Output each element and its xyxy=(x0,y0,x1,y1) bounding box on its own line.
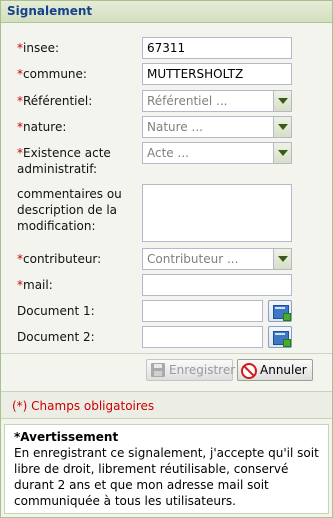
contributeur-select[interactable]: Contributeur ... xyxy=(142,248,292,270)
divider xyxy=(1,353,332,354)
existence-label-line1-text: Existence acte xyxy=(23,146,111,160)
save-disk-icon xyxy=(151,363,165,377)
referentiel-select[interactable]: Référentiel ... xyxy=(142,90,292,112)
nature-select[interactable]: Nature ... xyxy=(142,116,292,138)
mail-label-text: mail: xyxy=(23,278,53,292)
document1-browse-button[interactable] xyxy=(268,300,292,322)
commentaires-label-line3: modification: xyxy=(17,219,96,233)
existence-select[interactable]: Acte ... xyxy=(142,142,292,164)
mail-label: *mail: xyxy=(17,277,53,293)
chevron-down-icon[interactable] xyxy=(273,117,291,137)
commentaires-label: commentaires ou description de la modifi… xyxy=(17,186,122,234)
image-upload-icon xyxy=(273,305,291,321)
contributeur-label: *contributeur: xyxy=(17,251,101,267)
commentaires-label-line2: description de la xyxy=(17,203,118,217)
contributeur-label-text: contributeur: xyxy=(23,252,102,266)
existence-label-line2: administratif: xyxy=(17,162,98,176)
commentaires-textarea[interactable] xyxy=(142,184,292,242)
document1-label: Document 1: xyxy=(17,304,95,318)
nature-label-text: nature: xyxy=(23,120,67,134)
commentaires-label-line1: commentaires ou xyxy=(17,187,122,201)
cancel-button[interactable]: Annuler xyxy=(237,359,313,381)
chevron-down-icon[interactable] xyxy=(273,249,291,269)
referentiel-placeholder: Référentiel ... xyxy=(147,94,228,108)
image-upload-icon xyxy=(273,331,291,347)
document2-label: Document 2: xyxy=(17,330,95,344)
contributeur-placeholder: Contributeur ... xyxy=(147,252,239,266)
insee-input[interactable] xyxy=(142,37,292,59)
commune-label: *commune: xyxy=(17,66,87,82)
insee-label-text: insee: xyxy=(23,41,59,55)
chevron-down-icon[interactable] xyxy=(273,143,291,163)
signalement-panel: Signalement *insee: *commune: *Référenti… xyxy=(0,0,333,518)
chevron-down-icon[interactable] xyxy=(273,91,291,111)
mail-input[interactable] xyxy=(142,274,292,296)
existence-label-line1: *Existence acte xyxy=(17,145,111,161)
existence-label: *Existence acte administratif: xyxy=(17,145,111,177)
mandatory-note-bar: (*) Champs obligatoires xyxy=(1,391,332,419)
cancel-icon xyxy=(241,363,257,379)
commune-label-text: commune: xyxy=(23,67,87,81)
insee-label: *insee: xyxy=(17,40,59,56)
commune-input[interactable] xyxy=(142,63,292,85)
save-button-label: Enregistrer xyxy=(169,363,236,377)
existence-placeholder: Acte ... xyxy=(147,146,189,160)
referentiel-label: *Référentiel: xyxy=(17,93,92,109)
nature-label: *nature: xyxy=(17,119,66,135)
referentiel-label-text: Référentiel: xyxy=(23,94,93,108)
signalement-form: *insee: *commune: *Référentiel: Référent… xyxy=(1,23,332,384)
nature-placeholder: Nature ... xyxy=(147,120,203,134)
warning-title: *Avertissement xyxy=(14,430,119,444)
document1-file-field[interactable] xyxy=(142,300,263,322)
save-button[interactable]: Enregistrer xyxy=(146,359,236,381)
panel-title: Signalement xyxy=(1,1,332,23)
cancel-button-label: Annuler xyxy=(260,363,307,377)
document2-file-field[interactable] xyxy=(142,326,263,348)
warning-box: *Avertissement En enregistrant ce signal… xyxy=(4,424,329,514)
mandatory-note: (*) Champs obligatoires xyxy=(12,399,155,413)
warning-text: En enregistrant ce signalement, j'accept… xyxy=(14,446,319,508)
document2-browse-button[interactable] xyxy=(268,326,292,348)
